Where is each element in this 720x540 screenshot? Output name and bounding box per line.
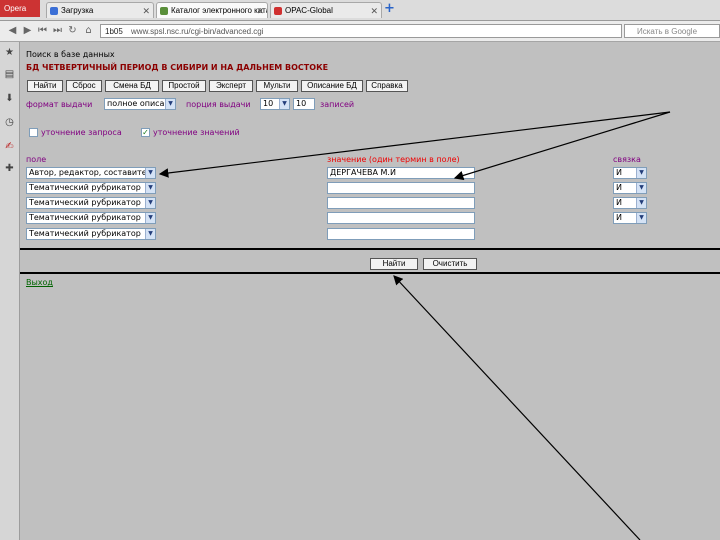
arrow-to-field xyxy=(158,111,671,178)
arrow-to-find-button xyxy=(393,275,641,540)
arrow-to-value xyxy=(453,111,671,181)
annotation-arrows xyxy=(158,111,671,540)
